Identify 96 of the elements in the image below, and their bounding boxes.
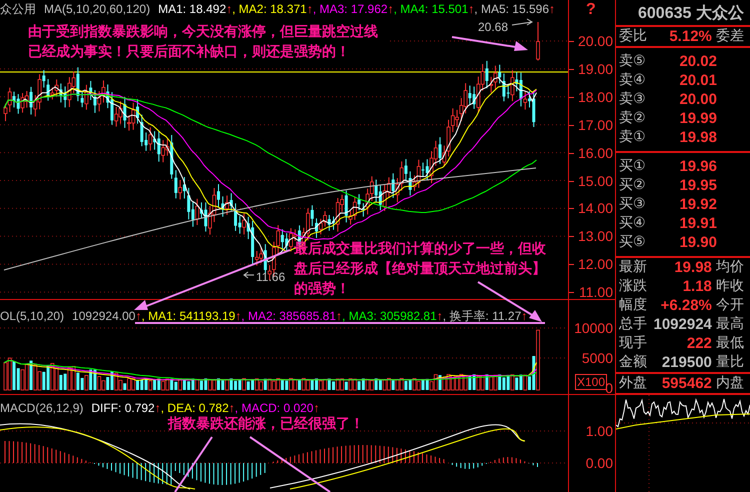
axis-label: 14.00 xyxy=(578,201,613,216)
quote-value: 20.02 xyxy=(678,52,717,71)
quote-value: 19.95 xyxy=(678,176,717,195)
indicator-label: MACD(26,12,9) xyxy=(0,401,84,415)
pointer-arrow xyxy=(243,272,254,278)
axis-label: 13.00 xyxy=(578,229,613,244)
quote-value: 19.98 xyxy=(678,128,717,147)
quote-label: 卖① xyxy=(619,128,647,147)
quote-value: 19.92 xyxy=(678,195,717,214)
leader-line xyxy=(174,436,213,492)
axis-label: 1.00 xyxy=(586,424,613,438)
pointer-arrow xyxy=(512,18,533,26)
stock-name: 众公用 xyxy=(0,2,36,16)
trend-arrow: ↑ xyxy=(228,401,235,415)
ma-value: , MA3: 17.962 xyxy=(312,2,388,16)
macd-value: , DEA: 0.782 xyxy=(160,401,229,415)
quote-value: 5.12% xyxy=(668,27,712,46)
axis-label: 16.00 xyxy=(578,146,613,160)
quote-label: 最低 xyxy=(716,334,745,353)
quote-value: 1.18 xyxy=(682,277,712,296)
ma-value: , MA5: 15.596 xyxy=(474,2,549,16)
quote-value: 595462 xyxy=(660,374,712,393)
quote-label: 卖⑤ xyxy=(619,52,647,71)
ma-value: MA1: 18.492 xyxy=(158,2,226,16)
quote-value: 20.00 xyxy=(678,90,717,109)
ma-value: , MA4: 15.501 xyxy=(394,2,468,16)
axis-label: 11.00 xyxy=(579,285,613,300)
help-icon[interactable]: ? xyxy=(586,2,596,18)
indicator-label: MA(5,10,20,60,120) xyxy=(44,2,150,16)
trend-arrow: ↑ xyxy=(135,309,142,323)
axis-label: 0.00 xyxy=(586,456,613,470)
quote-label: 外盘 xyxy=(619,374,648,393)
axis-label: 18.00 xyxy=(578,90,613,104)
volume-value: 1092924.00 xyxy=(72,309,136,323)
ma-value: , MA2: 18.371 xyxy=(232,2,307,16)
trend-arrow: ↑ xyxy=(306,2,313,16)
quote-value: 19.90 xyxy=(678,233,717,252)
axis-label: 17.00 xyxy=(578,118,613,132)
quote-value: 219500 xyxy=(660,353,712,372)
trend-arrow: ↑ xyxy=(521,309,528,323)
quote-label: 涨跌 xyxy=(619,277,648,296)
trend-arrow: ↑ xyxy=(154,401,161,415)
axis-label: 19.00 xyxy=(578,62,613,76)
quote-label: 内盘 xyxy=(716,374,745,393)
quote-label: 买④ xyxy=(619,214,647,233)
axis-label: 5000 xyxy=(582,351,613,365)
macd-value: , MACD: 0.020 xyxy=(234,401,314,415)
quote-value: 1092924 xyxy=(653,315,712,334)
quote-label: 幅度 xyxy=(619,296,648,315)
trend-arrow: ↑ xyxy=(226,2,232,16)
quote-label: 昨收 xyxy=(716,277,745,296)
trend-arrow: ↑ xyxy=(313,401,320,415)
quote-label: 卖③ xyxy=(619,90,647,109)
trend-arrow: ↑ xyxy=(235,309,242,323)
axis-label: 12.00 xyxy=(578,257,613,272)
stock-title: 600635 大众公 xyxy=(616,0,750,27)
trend-arrow: ↑ xyxy=(549,2,555,16)
ma-value: , MA1: 541193.19 xyxy=(141,309,236,323)
trend-arrow: ↑ xyxy=(468,2,474,16)
ma-value: , MA3: 305982.81 xyxy=(342,309,437,323)
trend-arrow: ↑ xyxy=(436,309,443,323)
quote-label: 卖② xyxy=(619,109,647,128)
axis-label: 10000 xyxy=(574,321,613,335)
quote-label: 买⑤ xyxy=(619,233,647,252)
quote-label: 委比 xyxy=(619,27,648,46)
annotation-text: 由于受到指数暴跌影响，今天没有涨停，但巨量跳空过线 已经成为事实！只要后面不补缺口，则还是强势的！ xyxy=(28,22,378,62)
quote-label: 今开 xyxy=(716,296,745,315)
trend-arrow: ↑ xyxy=(336,309,342,323)
ma-value: , 换手率: 11.27 xyxy=(442,309,522,323)
quote-value: 19.99 xyxy=(678,109,717,128)
axis-label: 20.00 xyxy=(578,34,613,48)
quote-value: 19.96 xyxy=(678,157,717,176)
quote-label: 总手 xyxy=(619,315,648,334)
macd-value: DIFF: 0.792 xyxy=(91,401,155,415)
quote-label: 金额 xyxy=(619,353,648,372)
quote-label: 买③ xyxy=(619,195,647,214)
axis-label: 15.00 xyxy=(578,174,613,188)
quote-label: 量比 xyxy=(716,353,745,372)
high-price-label: 20.68 xyxy=(478,19,508,36)
quote-label: 卖④ xyxy=(619,71,647,90)
quote-label: 委差 xyxy=(716,27,745,46)
quote-value: 222 xyxy=(686,334,712,353)
quote-label: 均价 xyxy=(716,258,745,277)
quote-label: 买① xyxy=(619,157,647,176)
quote-value: +6.28% xyxy=(660,296,712,315)
quote-label: 现手 xyxy=(619,334,648,353)
indicator-label: OL(5,10,20) xyxy=(0,309,64,323)
annotation-text: 指数暴跌还能涨，已经很强了！ xyxy=(168,415,364,434)
quote-value: 19.98 xyxy=(673,258,712,277)
quote-label: 最高 xyxy=(716,315,745,334)
quote-value: 20.01 xyxy=(678,71,717,90)
trend-arrow: ↑ xyxy=(388,2,394,16)
quote-value: 19.91 xyxy=(678,214,717,233)
quote-label: 买② xyxy=(619,176,647,195)
ma-value: , MA2: 385685.81 xyxy=(241,309,336,323)
quote-label: 最新 xyxy=(619,258,648,277)
